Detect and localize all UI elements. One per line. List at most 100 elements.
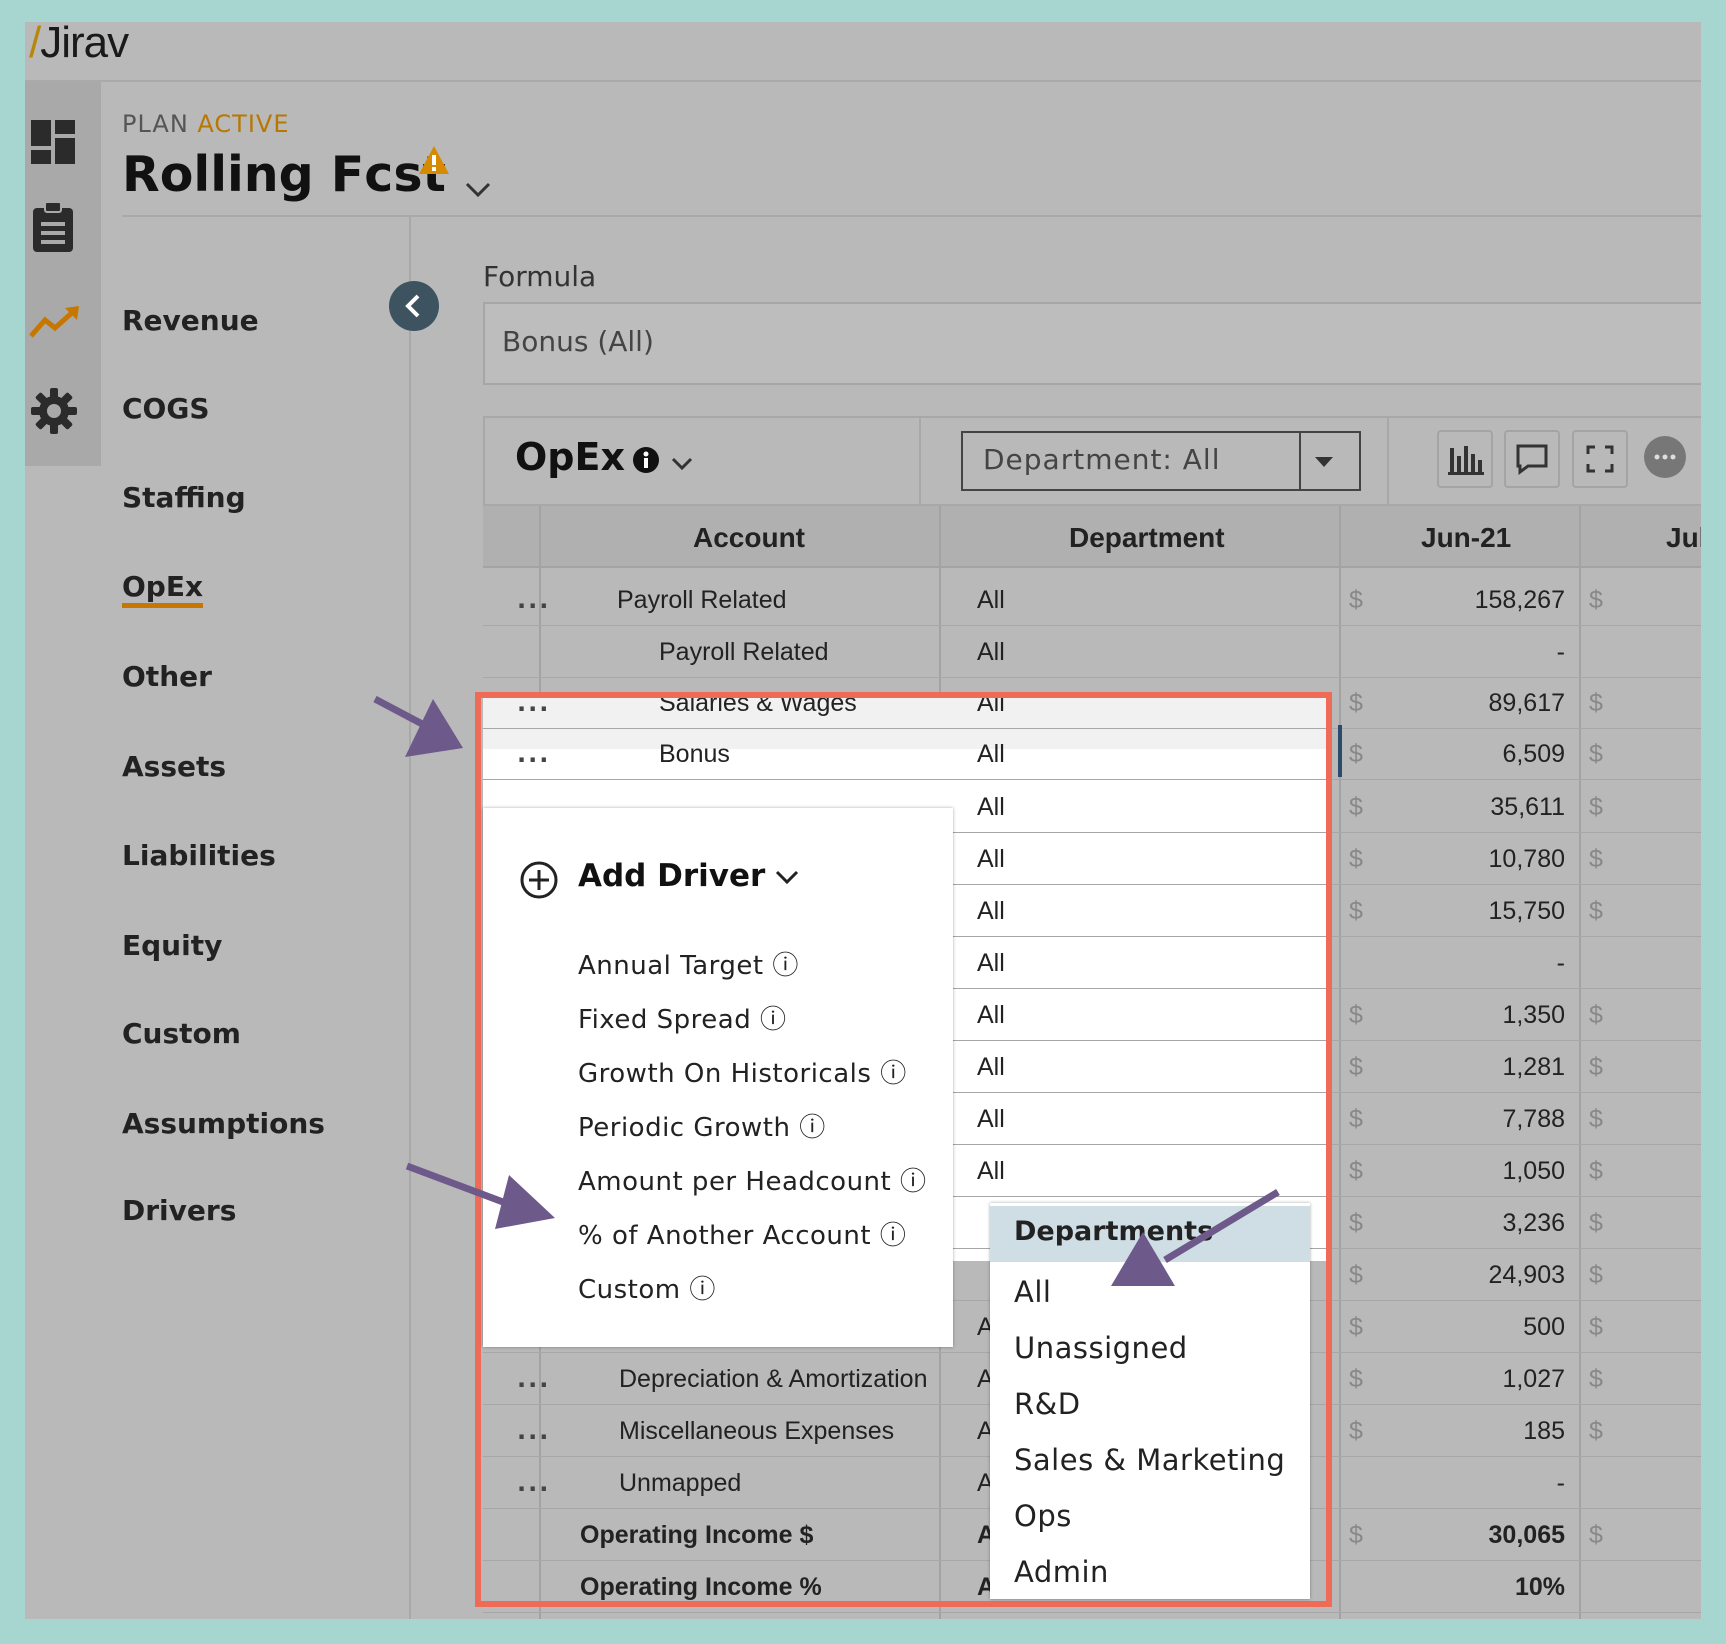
chart-button[interactable] <box>1437 430 1493 488</box>
column-header-jun-21[interactable]: Jun-21 <box>1421 522 1511 554</box>
driver-item-amount-per-headcount[interactable]: Amount per Headcount ⓘ <box>578 1161 927 1198</box>
department-cell: All <box>977 586 1005 614</box>
value-cell: 30,065 <box>1488 1521 1565 1549</box>
currency-symbol: $ <box>1349 1417 1363 1445</box>
more-options-button[interactable] <box>1639 430 1695 488</box>
column-header-jul[interactable]: Jul- <box>1666 522 1701 554</box>
add-driver-chevron-down-icon[interactable] <box>775 870 799 890</box>
driver-item-percent-of-another-account[interactable]: % of Another Account ⓘ <box>578 1215 906 1252</box>
account-cell: Payroll Related <box>659 638 829 666</box>
submenu-header-label: Departments <box>1014 1216 1214 1247</box>
comment-button[interactable] <box>1504 430 1560 488</box>
currency-symbol: $ <box>1349 897 1363 925</box>
toolbar-divider <box>1387 418 1389 504</box>
sidebar-item-liabilities[interactable]: Liabilities <box>122 839 276 872</box>
formula-value: Bonus (All) <box>502 325 654 358</box>
department-cell: All <box>977 638 1005 666</box>
toolbar-divider <box>919 418 921 504</box>
currency-symbol: $ <box>1589 1261 1603 1289</box>
department-option-ops[interactable]: Ops <box>1014 1499 1072 1533</box>
caret-down-icon[interactable] <box>1313 454 1335 473</box>
value-cell: 15,750 <box>1488 897 1565 925</box>
driver-item-periodic-growth[interactable]: Periodic Growth ⓘ <box>578 1107 826 1144</box>
value-cell: - <box>1556 949 1565 977</box>
sidebar-item-equity[interactable]: Equity <box>122 929 222 962</box>
value-cell: 89,617 <box>1488 689 1565 717</box>
add-driver-menu: Add Driver Annual Target ⓘ Fixed Spread … <box>483 808 953 1347</box>
fullscreen-icon <box>1586 445 1614 473</box>
column-header-account[interactable]: Account <box>693 522 805 554</box>
more-icon <box>1644 436 1686 478</box>
driver-item-annual-target[interactable]: Annual Target ⓘ <box>578 945 799 982</box>
plan-status: PLAN ACTIVE <box>122 110 290 138</box>
dashboard-icon[interactable] <box>29 118 79 168</box>
info-circle-icon: ⓘ <box>772 951 799 981</box>
value-cell: - <box>1556 638 1565 666</box>
value-cell: 1,281 <box>1502 1053 1565 1081</box>
plan-chevron-down-icon[interactable] <box>465 182 491 202</box>
currency-symbol: $ <box>1589 1365 1603 1393</box>
select-divider <box>1299 433 1301 489</box>
formula-input[interactable] <box>483 302 1701 385</box>
info-icon[interactable] <box>632 446 660 478</box>
department-option-admin[interactable]: Admin <box>1014 1555 1109 1589</box>
sidebar-item-drivers[interactable]: Drivers <box>122 1194 236 1227</box>
sidebar-item-assumptions[interactable]: Assumptions <box>122 1107 325 1140</box>
driver-item-fixed-spread[interactable]: Fixed Spread ⓘ <box>578 999 786 1036</box>
icon-rail <box>25 82 101 466</box>
department-option-sales-marketing[interactable]: Sales & Marketing <box>1014 1443 1285 1477</box>
info-circle-icon: ⓘ <box>759 1005 787 1035</box>
column-header-department[interactable]: Department <box>1069 522 1225 554</box>
value-cell: 10,780 <box>1488 845 1565 873</box>
header-divider <box>25 80 1701 82</box>
gear-icon[interactable] <box>29 386 79 436</box>
value-cell: 1,050 <box>1502 1157 1565 1185</box>
clipboard-icon[interactable] <box>29 200 79 252</box>
department-option-all[interactable]: All <box>1014 1275 1051 1309</box>
warning-icon[interactable] <box>417 144 451 180</box>
opex-chevron-down-icon[interactable] <box>671 456 693 475</box>
department-option-unassigned[interactable]: Unassigned <box>1014 1331 1188 1365</box>
currency-symbol: $ <box>1349 1365 1363 1393</box>
bar-chart-icon <box>1448 446 1484 475</box>
currency-symbol: $ <box>1349 845 1363 873</box>
sidebar-item-opex[interactable]: OpEx <box>122 570 204 608</box>
add-driver-button[interactable]: Add Driver <box>578 858 765 894</box>
value-cell: 1,027 <box>1502 1365 1565 1393</box>
currency-symbol: $ <box>1349 1105 1363 1133</box>
collapse-sidebar-button[interactable] <box>389 281 439 331</box>
department-option-rnd[interactable]: R&D <box>1014 1387 1081 1421</box>
currency-symbol: $ <box>1589 1313 1603 1341</box>
account-cell: Payroll Related <box>617 586 787 614</box>
sidebar-item-cogs[interactable]: COGS <box>122 392 210 425</box>
info-circle-icon: ⓘ <box>689 1275 716 1305</box>
value-cell: 1,350 <box>1502 1001 1565 1029</box>
currency-symbol: $ <box>1349 689 1363 717</box>
plus-circle-icon[interactable] <box>519 860 559 904</box>
value-cell: 35,611 <box>1490 793 1565 821</box>
info-circle-icon: ⓘ <box>880 1059 907 1089</box>
driver-item-custom[interactable]: Custom ⓘ <box>578 1269 716 1306</box>
row-menu-dots-icon[interactable]: ... <box>517 586 550 614</box>
currency-symbol: $ <box>1349 1157 1363 1185</box>
driver-item-growth-on-historicals[interactable]: Growth On Historicals ⓘ <box>578 1053 907 1090</box>
currency-symbol: $ <box>1589 586 1603 614</box>
value-cell: 10% <box>1514 1573 1565 1601</box>
sidebar-item-assets[interactable]: Assets <box>122 750 226 783</box>
currency-symbol: $ <box>1349 1053 1363 1081</box>
value-cell: 500 <box>1523 1313 1565 1341</box>
fullscreen-button[interactable] <box>1572 430 1628 488</box>
sidebar-item-staffing[interactable]: Staffing <box>122 481 246 514</box>
comment-icon <box>1516 444 1548 475</box>
trend-icon[interactable] <box>29 304 79 354</box>
currency-symbol: $ <box>1589 1417 1603 1445</box>
currency-symbol: $ <box>1589 1521 1603 1549</box>
currency-symbol: $ <box>1349 1521 1363 1549</box>
sidebar-item-other[interactable]: Other <box>122 660 212 693</box>
sidebar-item-revenue[interactable]: Revenue <box>122 304 259 337</box>
chevron-left-icon <box>405 294 420 318</box>
opex-title: OpEx <box>515 435 625 479</box>
sidebar-item-custom[interactable]: Custom <box>122 1017 241 1050</box>
currency-symbol: $ <box>1589 1001 1603 1029</box>
info-circle-icon: ⓘ <box>799 1113 826 1143</box>
